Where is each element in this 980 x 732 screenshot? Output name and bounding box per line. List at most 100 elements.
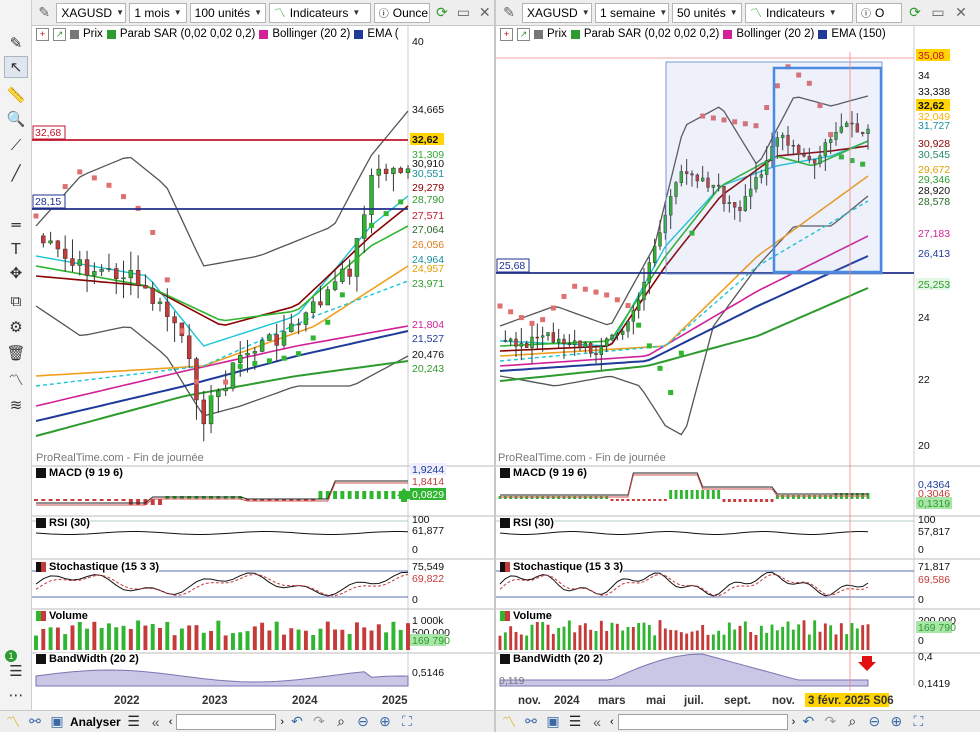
volume-bar [150,623,155,650]
scroll-right-icon[interactable]: › [792,716,796,728]
volume-bar [296,629,301,650]
scroll-left-icon[interactable]: ‹ [610,716,614,728]
indicators-button[interactable]: 〽 Indicateurs ▼ [268,2,371,23]
undo-icon[interactable]: ↶ [799,713,817,730]
volume-bar [179,628,184,650]
fullscreen-icon[interactable]: ⛶ [909,713,927,730]
close-icon[interactable]: ✕ [476,3,494,23]
trendline-icon[interactable]: ╱ [4,162,28,184]
symbol-select[interactable]: XAGUSD ▼ [56,2,127,23]
zoom-in-icon[interactable]: ⊕ [887,713,905,730]
move-icon[interactable]: ✥ [4,262,28,284]
candle [267,334,272,341]
zoom-fit-icon[interactable]: ⌕ [332,713,350,730]
volume-bar [318,628,323,650]
units-select[interactable]: 50 unités ▼ [672,2,742,23]
volume-bar [866,624,870,650]
price-chart-left[interactable]: 32,6828,154034,66532,6231,30930,91030,55… [32,26,494,710]
connector-icon[interactable]: ⚯ [26,713,44,730]
volume-bar [765,632,769,650]
layout-icon[interactable]: ▣ [544,713,562,730]
hline-icon[interactable]: ═ [4,214,28,236]
zoom-out-icon[interactable]: ⊖ [865,713,883,730]
drawing-toolbar: ✎ ↖ 📏 🔍 ⟋ ╱ ═ T ✥ ⧉ ⚙ 🗑 〽 ≋ 1 ☰ ⋯ [0,0,32,710]
candle [230,362,236,389]
menu-icon[interactable]: ☰ [125,713,143,730]
text-icon[interactable]: T [4,238,28,260]
candle [121,277,126,280]
close-icon[interactable]: ✕ [951,3,971,23]
pencil-icon[interactable]: ✎ [499,3,519,23]
maximize-icon[interactable]: ▭ [454,3,472,23]
zoom-fit-icon[interactable]: ⌕ [843,713,861,730]
macd-histogram-bar [733,499,737,502]
pointer-icon[interactable]: ↖ [4,56,28,78]
indicator-icon[interactable]: 〽 [4,368,28,390]
zoom-in-icon[interactable]: ⊕ [376,713,394,730]
fibonacci-icon[interactable]: ≋ [4,394,28,416]
price-chart-right[interactable]: 25,6835,083433,33832,6232,04931,72730,92… [496,26,980,710]
horizontal-scrollbar[interactable] [617,713,788,730]
pencil-icon[interactable]: ✎ [4,32,28,54]
connector-icon[interactable]: ⚯ [522,713,540,730]
more-icon[interactable]: ⋯ [4,684,28,706]
analyser-label[interactable]: Analyser [70,715,121,729]
candle [530,336,534,348]
ema-line [35,330,409,422]
chevron-down-icon: ▼ [116,8,125,17]
volume-bar [274,621,279,650]
zoom-icon[interactable]: 🔍 [4,108,28,130]
trash-icon[interactable]: 🗑 [4,342,28,364]
refresh-icon[interactable]: ⟳ [905,3,925,23]
horizontal-scrollbar[interactable] [176,713,277,730]
volume-bar [369,630,374,650]
chart-type-icon[interactable]: 〽 [4,712,22,732]
redo-icon[interactable]: ↷ [310,713,328,730]
parabolic-sar-dot [164,277,170,283]
macd-histogram-bar [391,491,396,499]
period-select[interactable]: 1 mois ▼ [129,2,187,23]
period-select[interactable]: 1 semaine ▼ [595,2,669,23]
scroll-start-icon[interactable]: « [147,714,165,730]
indicator-value-label: 61,877 [412,525,444,537]
layout-icon[interactable]: ▣ [48,713,66,730]
macd-histogram-bar [99,499,104,501]
rsi-title: RSI (30) [500,517,554,529]
unit-select[interactable]: ⓘ O [856,2,902,23]
candle [376,168,382,176]
volume-bar [637,623,641,650]
units-select[interactable]: 100 unités ▼ [189,2,266,23]
volume-bar [727,622,731,650]
candle [41,235,46,244]
redo-icon[interactable]: ↷ [821,713,839,730]
scroll-left-icon[interactable]: ‹ [169,716,173,728]
volume-bar [653,635,657,650]
chevron-down-icon: ▼ [173,8,182,17]
fullscreen-icon[interactable]: ⛶ [398,713,416,730]
candle [391,167,396,174]
indicator-value-label: 69,586 [918,574,950,586]
volume-bar [55,627,60,650]
scroll-right-icon[interactable]: › [280,716,284,728]
indicators-button[interactable]: 〽 Indicateurs ▼ [745,2,853,23]
unit-select[interactable]: ⓘ Ounce [373,2,430,23]
alert-list-icon[interactable]: ☰ [4,660,28,682]
chevron-down-icon: ▼ [659,8,668,17]
parabolic-sar-dot [508,309,514,315]
menu-icon[interactable]: ☰ [566,713,584,730]
refresh-icon[interactable]: ⟳ [433,3,451,23]
copy-icon[interactable]: ⧉ [4,290,28,312]
pencil-icon[interactable]: ✎ [35,3,53,23]
ruler-icon[interactable]: 📏 [4,84,28,106]
watermark: ProRealTime.com - Fin de journée [498,452,666,464]
line-segment-icon[interactable]: ⟋ [4,134,28,156]
symbol-select[interactable]: XAGUSD ▼ [522,2,592,23]
undo-icon[interactable]: ↶ [288,713,306,730]
settings-icon[interactable]: ⚙ [4,316,28,338]
chart-type-icon[interactable]: 〽 [500,712,518,732]
scroll-start-icon[interactable]: « [588,714,606,730]
zoom-out-icon[interactable]: ⊖ [354,713,372,730]
indicator-swatch [500,611,510,621]
maximize-icon[interactable]: ▭ [928,3,948,23]
candle [172,316,177,324]
